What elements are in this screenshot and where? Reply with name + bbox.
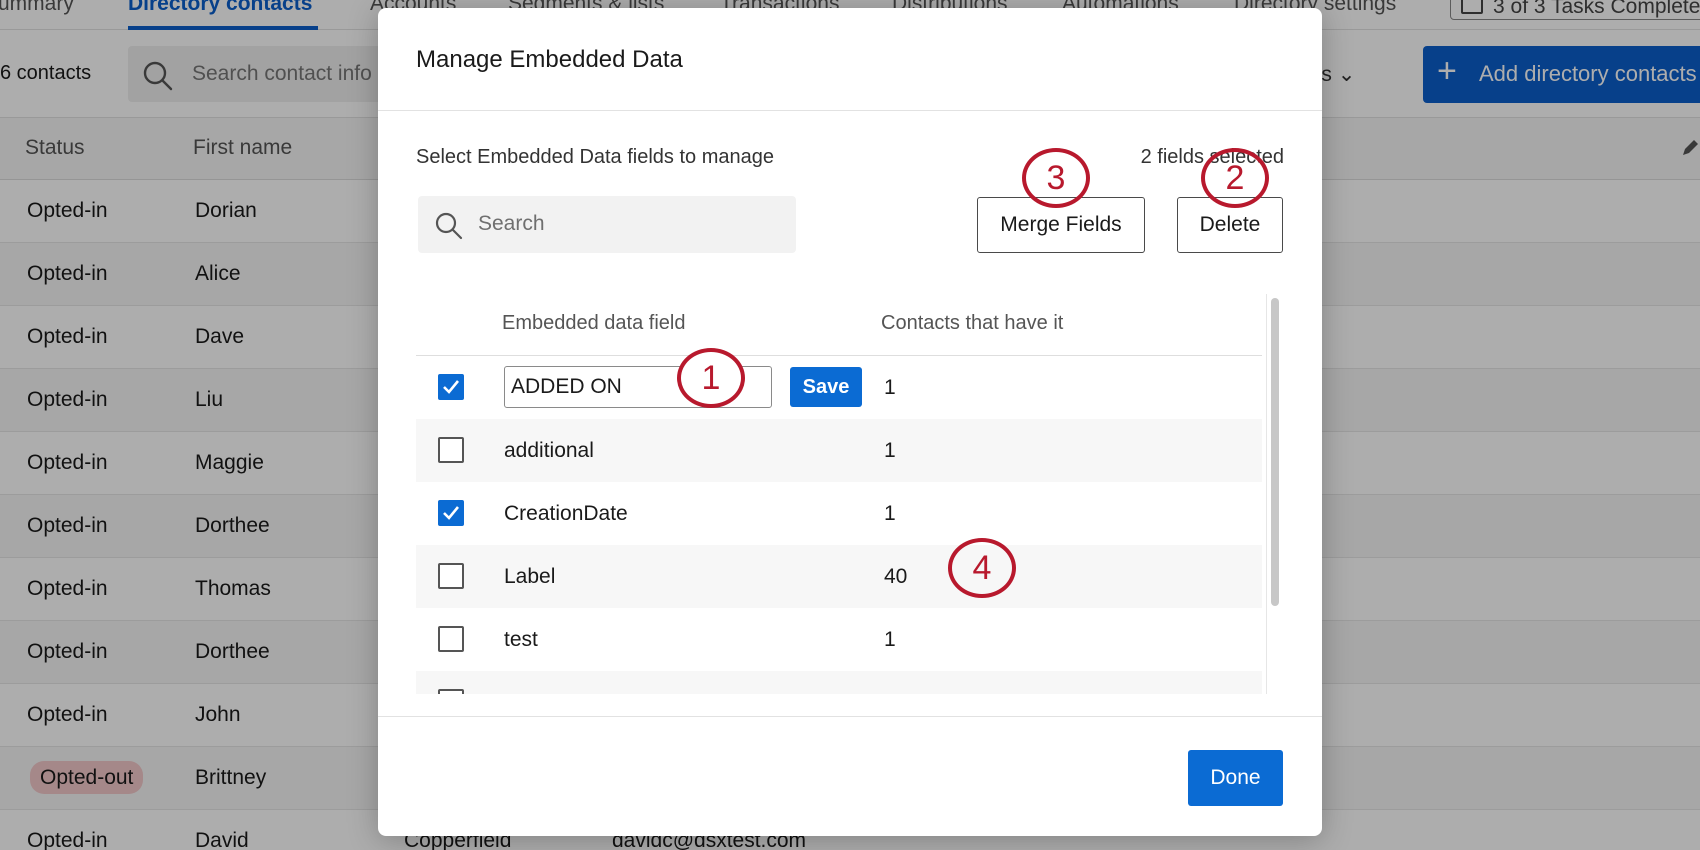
- done-button[interactable]: Done: [1188, 750, 1283, 806]
- table-scrollbar[interactable]: [1266, 294, 1280, 694]
- contact-count-cell: 40: [884, 565, 908, 588]
- table-row: additional 1: [416, 419, 1262, 482]
- dialog-header-divider: [378, 110, 1322, 111]
- callout-2: 2: [1201, 148, 1269, 208]
- row-checkbox[interactable]: [438, 374, 464, 400]
- table-row: test 1: [416, 608, 1262, 671]
- field-name-cell[interactable]: test: [504, 628, 538, 652]
- contact-count-cell: 1: [884, 376, 896, 399]
- row-checkbox[interactable]: [438, 437, 464, 463]
- callout-3: 3: [1022, 148, 1090, 208]
- row-checkbox[interactable]: [438, 500, 464, 526]
- embedded-data-table: Embedded data field Contacts that have i…: [416, 296, 1282, 694]
- column-embedded-data-field: Embedded data field: [502, 312, 686, 334]
- table-row: CreationDate 1: [416, 482, 1262, 545]
- column-contacts-that-have-it: Contacts that have it: [881, 312, 1064, 334]
- contact-count-cell: 1: [884, 502, 896, 525]
- dialog-title: Manage Embedded Data: [416, 46, 683, 73]
- check-icon: [443, 506, 460, 520]
- callout-4: 4: [948, 538, 1016, 598]
- table-row: [416, 671, 1262, 694]
- dialog-instructions: Select Embedded Data fields to manage: [416, 146, 774, 168]
- embedded-data-search[interactable]: [418, 196, 796, 253]
- embedded-data-search-input[interactable]: [478, 208, 778, 240]
- check-icon: [443, 380, 460, 394]
- table-row: Save 1: [416, 356, 1262, 419]
- manage-embedded-data-dialog: Manage Embedded Data Select Embedded Dat…: [378, 8, 1322, 836]
- field-name-cell[interactable]: Label: [504, 565, 555, 589]
- contact-count-cell: 1: [884, 439, 896, 462]
- field-name-cell[interactable]: CreationDate: [504, 502, 628, 526]
- row-checkbox[interactable]: [438, 626, 464, 652]
- scrollbar-thumb[interactable]: [1271, 298, 1279, 606]
- row-checkbox[interactable]: [438, 563, 464, 589]
- contact-count-cell: 1: [884, 628, 896, 651]
- table-row: Label 40: [416, 545, 1262, 608]
- field-name-cell[interactable]: additional: [504, 439, 594, 463]
- callout-1: 1: [677, 348, 745, 408]
- row-checkbox[interactable]: [438, 689, 464, 694]
- embedded-data-table-header: Embedded data field Contacts that have i…: [416, 296, 1262, 356]
- save-button[interactable]: Save: [790, 367, 862, 407]
- search-icon: [435, 212, 463, 240]
- dialog-footer-divider: [378, 716, 1322, 717]
